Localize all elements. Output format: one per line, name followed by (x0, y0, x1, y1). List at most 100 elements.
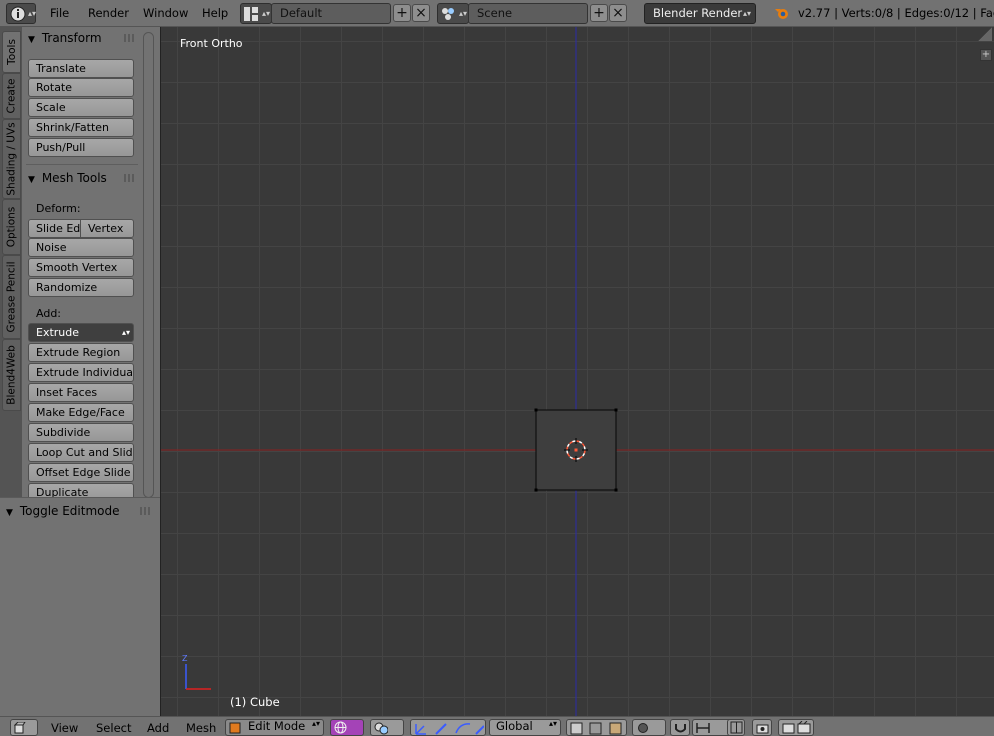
drag-grip-icon[interactable] (124, 34, 136, 42)
menu-help[interactable]: Help (198, 3, 232, 23)
add-scene-button[interactable]: + (590, 4, 608, 22)
menu-select[interactable]: Select (96, 720, 131, 736)
vertex-slide-button[interactable]: Vertex (80, 219, 134, 238)
properties-toggle-button[interactable]: + (980, 49, 992, 61)
toolshelf-tab-column: Tools Create Shading / UVs Options Greas… (0, 27, 22, 497)
view-name-label: Front Ortho (180, 37, 243, 50)
pivot-icon (374, 722, 388, 735)
drag-grip-icon[interactable] (140, 507, 152, 515)
collapse-triangle-icon: ▼ (28, 175, 35, 185)
blender-logo-icon (775, 9, 788, 19)
info-icon (10, 6, 26, 22)
edit-mode-icon (229, 722, 241, 734)
camera-icon (756, 724, 769, 734)
snap-target-button[interactable] (727, 719, 745, 736)
updown-icon: ▴▾ (121, 328, 130, 337)
drag-grip-icon[interactable] (124, 174, 136, 182)
updown-icon: ▴▾ (262, 9, 271, 18)
pivot-point-dropdown[interactable] (370, 719, 404, 736)
manipulator-icons (415, 723, 484, 735)
tool-shelf: ▼ Transform Translate Rotate Scale Shrin… (22, 27, 160, 497)
active-object-label: (1) Cube (230, 695, 280, 709)
tab-shading-uvs[interactable]: Shading / UVs (2, 119, 21, 199)
tab-tools[interactable]: Tools (2, 31, 21, 73)
translate-button[interactable]: Translate (28, 59, 134, 78)
axis-gizmo-icon (185, 664, 211, 690)
scale-button[interactable]: Scale (28, 98, 134, 117)
randomize-button[interactable]: Randomize (28, 278, 134, 297)
close-icon: × (415, 5, 427, 21)
updown-icon: ▴▾ (459, 9, 468, 18)
extrude-individual-button[interactable]: Extrude Individual (28, 363, 134, 382)
updown-icon: ▴▾ (742, 9, 751, 18)
noise-button[interactable]: Noise (28, 238, 134, 257)
tab-create[interactable]: Create (2, 73, 21, 119)
render-engine-dropdown[interactable]: Blender Render ▴▾ (644, 3, 756, 24)
menu-window[interactable]: Window (139, 3, 192, 23)
add-screen-button[interactable]: + (393, 4, 411, 22)
proportional-editing-dropdown[interactable] (632, 719, 666, 736)
menu-view[interactable]: View (51, 720, 78, 736)
editor-type-selector[interactable]: ▴▾ (6, 3, 36, 24)
viewport-canvas (161, 27, 994, 716)
select-mode-icons (570, 722, 622, 735)
menu-add[interactable]: Add (147, 720, 169, 736)
screen-layout-icon-button[interactable]: ▴▾ (240, 3, 272, 24)
select-mode-group[interactable] (566, 719, 627, 736)
slide-edge-button[interactable]: Slide Ed (28, 219, 81, 238)
snap-toggle-button[interactable] (670, 719, 690, 736)
close-icon: × (612, 5, 624, 21)
smooth-vertex-button[interactable]: Smooth Vertex (28, 258, 134, 277)
opengl-animation-group[interactable] (778, 719, 814, 736)
make-edge-face-button[interactable]: Make Edge/Face (28, 403, 134, 422)
remove-screen-button[interactable]: × (412, 4, 430, 22)
offset-edge-slide-button[interactable]: Offset Edge Slide (28, 463, 134, 482)
3d-view-header: View Select Add Mesh Edit Mode ▴▾ Global… (0, 716, 994, 736)
collapse-triangle-icon: ▼ (6, 508, 13, 518)
snap-increment-icon (696, 723, 710, 733)
extrude-dropdown[interactable]: Extrude ▴▾ (28, 323, 134, 342)
transform-manipulator-group[interactable] (410, 719, 486, 736)
collapse-triangle-icon: ▼ (28, 35, 35, 45)
transform-panel-header[interactable]: ▼ Transform (28, 28, 136, 48)
rotate-button[interactable]: Rotate (28, 78, 134, 97)
clapper-icon (782, 721, 811, 734)
viewport-shading-dropdown[interactable] (330, 719, 364, 736)
toggle-editmode-header[interactable]: ▼ Toggle Editmode (6, 501, 152, 521)
plus-icon: + (396, 5, 408, 21)
editor-type-selector-3d[interactable] (10, 719, 38, 736)
tab-grease-pencil[interactable]: Grease Pencil (2, 255, 21, 339)
extrude-region-button[interactable]: Extrude Region (28, 343, 134, 362)
plus-icon: + (981, 49, 991, 60)
mode-dropdown[interactable]: Edit Mode ▴▾ (225, 719, 324, 736)
info-header: ▴▾ File Render Window Help ▴▾ Default + … (0, 0, 994, 27)
transform-orientation-dropdown[interactable]: Global ▴▾ (489, 719, 561, 736)
updown-icon: ▴▾ (311, 719, 320, 728)
area-split-corner[interactable] (978, 27, 992, 41)
opengl-render-button[interactable] (752, 719, 772, 736)
scene-icon-button[interactable]: ▴▾ (437, 3, 469, 24)
tab-options[interactable]: Options (2, 199, 21, 255)
menu-file[interactable]: File (46, 3, 73, 23)
axis-z-label: Z (182, 654, 188, 663)
inset-faces-button[interactable]: Inset Faces (28, 383, 134, 402)
remove-scene-button[interactable]: × (609, 4, 627, 22)
scene-icon (442, 8, 454, 20)
push-pull-button[interactable]: Push/Pull (28, 138, 134, 157)
render-engine-label: Blender Render (653, 6, 743, 20)
menu-mesh[interactable]: Mesh (186, 720, 216, 736)
menu-render[interactable]: Render (84, 3, 133, 23)
tool-shelf-scrollbar[interactable] (143, 32, 154, 498)
duplicate-button[interactable]: Duplicate (28, 483, 134, 497)
updown-icon: ▴▾ (548, 719, 557, 728)
tab-blend4web[interactable]: Blend4Web (2, 339, 21, 411)
subdivide-button[interactable]: Subdivide (28, 423, 134, 442)
screen-layout-field[interactable]: Default (271, 3, 391, 24)
mesh-tools-panel-header[interactable]: ▼ Mesh Tools (28, 168, 136, 188)
divider (26, 164, 138, 165)
shrink-fatten-button[interactable]: Shrink/Fatten (28, 118, 134, 137)
3d-viewport[interactable]: Front Ortho Z (1) Cube + (160, 27, 994, 716)
scene-field[interactable]: Scene (468, 3, 588, 24)
proportional-icon (638, 723, 648, 733)
loop-cut-and-slide-button[interactable]: Loop Cut and Slide (28, 443, 134, 462)
